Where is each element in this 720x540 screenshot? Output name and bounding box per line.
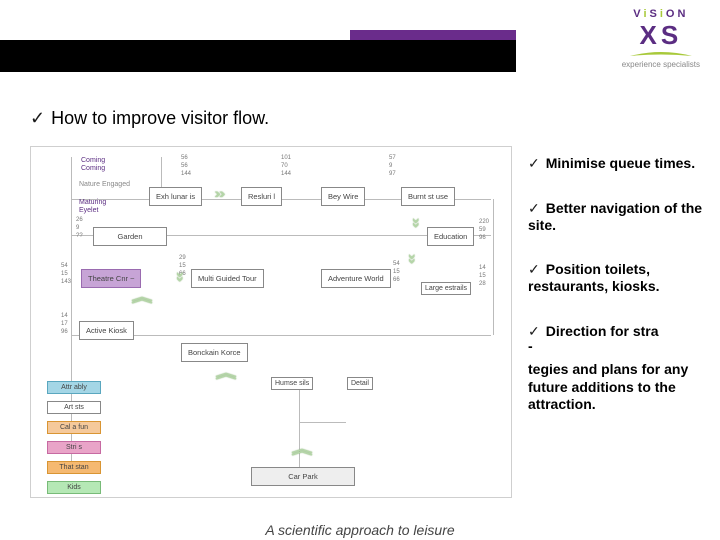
bullet-item-cont: tegies and plans for any future addition… — [528, 361, 706, 414]
dg-metric: 143 — [61, 279, 71, 285]
legend-item: Attr ably — [47, 381, 101, 394]
bullet-item: ✓Position toilets, restaurants, kiosks. — [528, 261, 706, 295]
dg-metric: 57 — [389, 155, 396, 161]
dg-node-active: Active Kiosk — [79, 321, 134, 340]
dg-label: Nature Engaged — [79, 181, 130, 188]
dg-metric: 70 — [281, 163, 288, 169]
header-bar: ViSiON XS experience specialists — [0, 0, 720, 72]
dg-label: Maturing — [79, 199, 106, 206]
dg-metric: 66 — [393, 277, 400, 283]
dg-metric: 101 — [281, 155, 291, 161]
slide-title: ✓How to improve visitor flow. — [30, 108, 269, 129]
dg-node-large: Large estrails — [421, 282, 471, 295]
dg-metric: 29 — [179, 255, 186, 261]
logo-word-vision: ViSiON — [622, 8, 700, 20]
dg-node: Burnt st use — [401, 187, 455, 206]
dg-metric: 97 — [389, 171, 396, 177]
bullet-item: - — [528, 338, 706, 356]
dg-metric: 28 — [479, 281, 486, 287]
line — [493, 199, 494, 335]
dg-metric: 9 — [76, 225, 79, 231]
chevron-up-icon: ︽ — [292, 439, 313, 459]
dg-label: Coming — [81, 165, 105, 172]
chevron-down-icon: » — [405, 254, 421, 265]
dg-node-multi: Multi Guided Tour — [191, 269, 264, 288]
dg-metric: 54 — [61, 263, 68, 269]
chevron-up-icon: ︽ — [216, 363, 237, 383]
dg-node-adv: Adventure World — [321, 269, 391, 288]
dg-node: Bey Wire — [321, 187, 365, 206]
logo-xs: XS — [622, 22, 700, 48]
footer-text: A scientific approach to leisure — [0, 522, 720, 538]
legend-item: Stri s — [47, 441, 101, 454]
dg-metric: 15 — [479, 273, 486, 279]
dg-label: Coming — [81, 157, 105, 164]
dg-node-theatre: Theatre Cnr ~ — [81, 269, 141, 288]
legend-item: That stan — [47, 461, 101, 474]
dg-metric: 56 — [181, 163, 188, 169]
flow-diagram: Coming Coming Nature Engaged Maturing Ey… — [30, 146, 512, 498]
legend-item: Cal a fun — [47, 421, 101, 434]
dg-metric: 9 — [389, 163, 392, 169]
bullet-item: ✓Minimise queue times. — [528, 155, 706, 172]
legend-item: Art sts — [47, 401, 101, 414]
dg-metric: 54 — [393, 261, 400, 267]
dg-metric: 144 — [181, 171, 191, 177]
line — [71, 335, 491, 336]
dg-node: Detail — [347, 377, 373, 390]
dg-metric: 59 — [479, 227, 486, 233]
bullet-list: ✓Minimise queue times. ✓Better navigatio… — [528, 155, 706, 414]
check-icon: ✓ — [528, 155, 540, 171]
chevron-down-icon: » — [409, 218, 425, 229]
dg-node-education: Education — [427, 227, 474, 246]
dg-node-garden: Garden — [93, 227, 167, 246]
check-icon: ✓ — [528, 323, 540, 339]
logo-swoosh-icon — [629, 50, 693, 60]
dg-metric: 15 — [61, 271, 68, 277]
logo-tagline: experience specialists — [622, 60, 700, 69]
decor-black — [0, 40, 516, 72]
legend-item: Kids — [47, 481, 101, 494]
decor-purple — [350, 30, 516, 40]
line — [299, 422, 346, 423]
dg-metric: 96 — [61, 329, 68, 335]
dg-metric: 17 — [61, 321, 68, 327]
dg-node-carpark: Car Park — [251, 467, 355, 486]
dg-metric: 15 — [179, 263, 186, 269]
dg-node-bon: Bonckain Korce — [181, 343, 248, 362]
dg-node: Humse sils — [271, 377, 313, 390]
bullet-item: ✓Better navigation of the site. — [528, 200, 706, 234]
dg-label: Eyelet — [79, 207, 98, 214]
dg-node: Resluri l — [241, 187, 282, 206]
dg-metric: 56 — [181, 155, 188, 161]
dg-metric: 144 — [281, 171, 291, 177]
chevron-down-icon: » — [173, 272, 189, 283]
dg-metric: 220 — [479, 219, 489, 225]
chevron-up-icon: ︽ — [132, 287, 153, 307]
dg-metric: 26 — [76, 217, 83, 223]
dg-metric: 15 — [393, 269, 400, 275]
check-icon: ✓ — [528, 261, 540, 277]
dg-metric: 14 — [61, 313, 68, 319]
logo: ViSiON XS experience specialists — [622, 8, 700, 69]
check-icon: ✓ — [528, 200, 540, 216]
dg-node: Exh lunar is — [149, 187, 202, 206]
chevron-right-icon: » — [214, 185, 226, 201]
dg-metric: ?? — [76, 233, 83, 239]
dg-metric: 96 — [479, 235, 486, 241]
check-icon: ✓ — [30, 108, 45, 128]
dg-metric: 14 — [479, 265, 486, 271]
